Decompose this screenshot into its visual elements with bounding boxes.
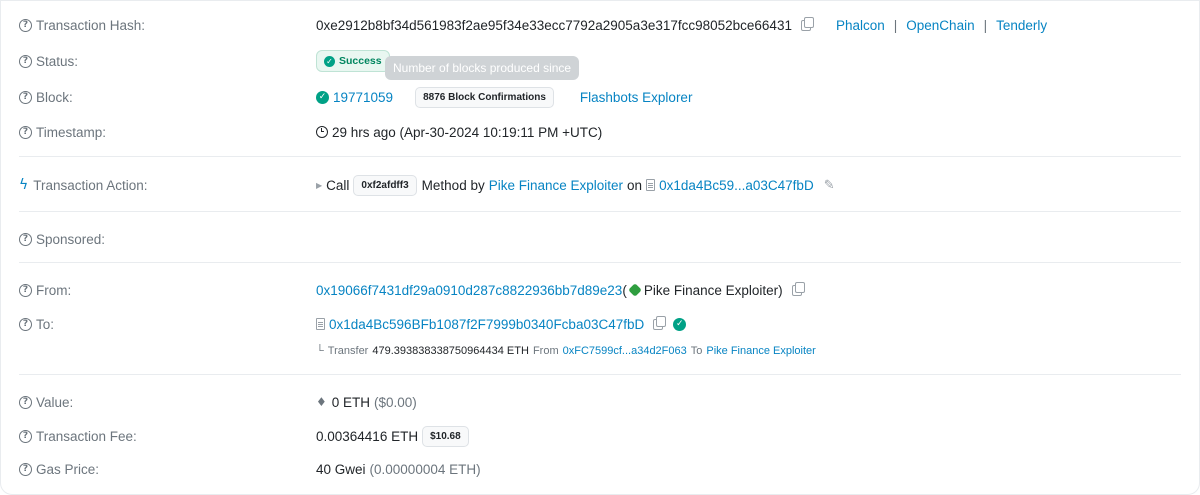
block-number-link[interactable]: 19771059 xyxy=(333,90,393,105)
value-amount: 0 ETH xyxy=(331,394,371,410)
ethereum-icon: ♦ xyxy=(316,395,327,409)
transaction-details-card: ? Transaction Hash: 0xe2912b8bf34d561983f… xyxy=(0,0,1200,495)
transfer-to-link[interactable]: Pike Finance Exploiter xyxy=(706,345,815,357)
link-openchain[interactable]: OpenChain xyxy=(906,18,974,33)
contract-document-icon xyxy=(316,318,325,330)
divider xyxy=(19,156,1181,157)
fee-amount: 0.00364416 ETH xyxy=(316,428,419,444)
transfer-to-label: To xyxy=(690,345,703,357)
question-circle-icon[interactable]: ? xyxy=(19,18,32,32)
contract-document-icon xyxy=(646,179,656,191)
label-gas-price: Gas Price: xyxy=(36,461,100,477)
from-address-link[interactable]: 0x19066f7431df29a0910d287c8822936bb7d89e… xyxy=(316,283,622,298)
label-status: Status: xyxy=(36,53,79,69)
lightning-icon: ϟ xyxy=(19,177,29,193)
method-id-badge: 0xf2afdff3 xyxy=(353,174,417,196)
question-circle-icon[interactable]: ? xyxy=(19,90,32,104)
question-circle-icon[interactable]: ? xyxy=(19,125,32,139)
caret-right-icon[interactable]: ▶ xyxy=(316,181,322,190)
check-circle-icon: ✓ xyxy=(324,55,335,67)
question-circle-icon[interactable]: ? xyxy=(19,462,32,476)
fee-usd-badge: $10.68 xyxy=(422,425,469,447)
question-circle-icon[interactable]: ? xyxy=(19,232,32,246)
row-transaction-fee: ? Transaction Fee: 0.00364416 ETH $10.68 xyxy=(19,424,1181,448)
action-on-text: on xyxy=(627,177,643,193)
row-transaction-hash: ? Transaction Hash: 0xe2912b8bf34d561983f… xyxy=(19,13,1181,37)
tooltip: Number of blocks produced since xyxy=(385,56,580,80)
from-name-open: ( xyxy=(622,282,627,298)
divider xyxy=(19,211,1181,212)
question-circle-icon[interactable]: ? xyxy=(19,429,32,443)
pike-logo-icon xyxy=(628,283,642,297)
from-name-close: ) xyxy=(778,282,783,298)
gas-amount: 40 Gwei xyxy=(316,461,366,477)
caller-link[interactable]: Pike Finance Exploiter xyxy=(489,178,623,193)
transfer-from-label: From xyxy=(532,345,559,357)
gas-eth: (0.00000004 ETH) xyxy=(369,461,481,477)
label-transaction-hash: Transaction Hash: xyxy=(36,17,146,33)
status-value: Success xyxy=(339,55,382,67)
contract-link[interactable]: 0x1da4Bc59...a03C47fbD xyxy=(659,178,814,193)
row-from: ? From: 0x19066f7431df29a0910d287c8822936… xyxy=(19,278,1181,302)
link-flashbots-explorer[interactable]: Flashbots Explorer xyxy=(580,90,693,105)
question-circle-icon[interactable]: ? xyxy=(19,395,32,409)
block-confirmations-badge: 8876 Block Confirmations xyxy=(415,86,554,108)
clock-icon xyxy=(316,126,328,138)
label-sponsored: Sponsored: xyxy=(36,231,106,247)
status-badge: ✓ Success xyxy=(316,50,390,72)
transaction-hash-value: 0xe2912b8bf34d561983f2ae95f34e33ecc7792a… xyxy=(316,17,792,33)
link-phalcon[interactable]: Phalcon xyxy=(836,18,885,33)
transfer-prefix: Transfer xyxy=(327,345,369,357)
edit-icon[interactable]: ✎ xyxy=(824,178,835,193)
transfer-amount: 479.393838338750964434 ETH xyxy=(372,345,529,357)
transfer-from-link[interactable]: 0xFC7599cf...a34d2F063 xyxy=(563,345,687,357)
action-call-text: Call xyxy=(326,177,350,193)
copy-icon[interactable] xyxy=(791,281,805,296)
copy-icon[interactable] xyxy=(653,315,667,330)
label-transaction-fee: Transaction Fee: xyxy=(36,428,137,444)
row-status: ? Status: ✓ Success xyxy=(19,49,1181,73)
row-sponsored: ? Sponsored: xyxy=(19,227,1181,251)
row-internal-transfer: └ Transfer 479.393838338750964434 ETH Fr… xyxy=(19,339,1181,363)
row-gas-price: ? Gas Price: 40 Gwei (0.00000004 ETH) xyxy=(19,457,1181,481)
check-circle-icon: ✓ xyxy=(316,90,329,104)
from-name: Pike Finance Exploiter xyxy=(643,282,779,298)
label-timestamp: Timestamp: xyxy=(36,124,107,140)
question-circle-icon[interactable]: ? xyxy=(19,283,32,297)
question-circle-icon[interactable]: ? xyxy=(19,54,32,68)
row-to: ? To: 0x1da4Bc596BFb1087f2F7999b0340Fcba0… xyxy=(19,312,1181,336)
divider xyxy=(19,262,1181,263)
question-circle-icon[interactable]: ? xyxy=(19,317,32,331)
row-transaction-action: ϟ Transaction Action: ▶ Call 0xf2afdff3 M… xyxy=(19,173,1181,197)
label-from: From: xyxy=(36,282,72,298)
label-to: To: xyxy=(36,316,55,332)
value-usd: ($0.00) xyxy=(374,394,417,410)
tree-branch-icon: └ xyxy=(316,345,324,357)
label-value: Value: xyxy=(36,394,74,410)
copy-icon[interactable] xyxy=(800,16,814,31)
check-circle-icon: ✓ xyxy=(673,317,687,331)
to-address-link[interactable]: 0x1da4Bc596BFb1087f2F7999b0340Fcba03C47f… xyxy=(329,317,644,332)
timestamp-value: 29 hrs ago (Apr-30-2024 10:19:11 PM +UTC… xyxy=(332,124,603,140)
separator: | xyxy=(893,17,898,33)
label-block: Block: xyxy=(36,89,73,105)
row-block: ? Block: ✓ 19771059 8876 Block Confirmati… xyxy=(19,85,1181,109)
action-method-by-text: Method by xyxy=(421,177,485,193)
label-transaction-action: Transaction Action: xyxy=(33,177,148,193)
divider xyxy=(19,374,1181,375)
row-value: ? Value: ♦ 0 ETH ($0.00) xyxy=(19,390,1181,414)
separator: | xyxy=(983,17,988,33)
row-timestamp: ? Timestamp: 29 hrs ago (Apr-30-2024 10:1… xyxy=(19,120,1181,144)
link-tenderly[interactable]: Tenderly xyxy=(996,18,1047,33)
